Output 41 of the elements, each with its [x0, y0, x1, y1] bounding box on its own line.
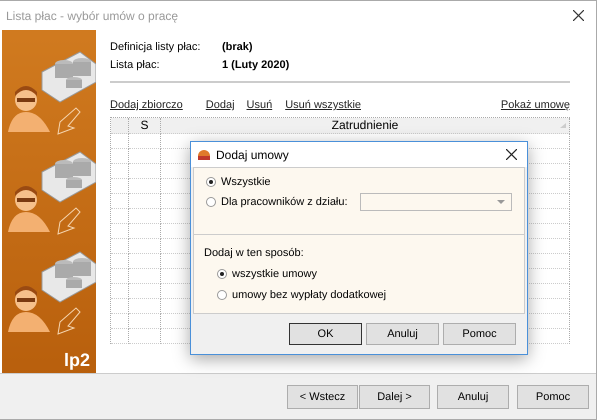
show-contract-link[interactable]: Pokaż umowę	[500, 99, 570, 113]
field-label: Lista płac:	[110, 59, 161, 71]
table-cell	[111, 284, 129, 299]
dropdown-arrow-icon	[497, 200, 505, 204]
action-link[interactable]: Dodaj	[206, 99, 235, 113]
footer-button[interactable]: Anuluj	[437, 384, 509, 408]
window-title: Lista płac - wybór umów o pracę	[6, 8, 180, 22]
sort-icon	[560, 123, 566, 128]
table-cell	[111, 224, 129, 239]
option-label[interactable]: Dla pracowników z działu:	[221, 196, 348, 208]
close-icon[interactable]	[573, 10, 584, 21]
app-logo-icon	[197, 148, 211, 160]
option-label[interactable]: wszystkie umowy	[232, 268, 317, 280]
table-cell	[111, 314, 129, 329]
radio-button[interactable]	[217, 290, 227, 300]
dialog-title: Dodaj umowy	[216, 148, 290, 162]
option-label[interactable]: Wszystkie	[221, 176, 270, 188]
action-link[interactable]: Dodaj zbiorczo	[110, 99, 183, 113]
field-value: 1 (Luty 2020)	[222, 59, 290, 71]
radio-button[interactable]	[217, 269, 227, 279]
footer-button[interactable]: Pomoc	[517, 384, 589, 408]
radio-button[interactable]	[206, 197, 216, 207]
column-header[interactable]: S	[129, 118, 161, 134]
option-label[interactable]: umowy bez wypłaty dodatkowej	[232, 289, 386, 301]
column-header[interactable]: Zatrudnienie	[161, 118, 570, 134]
close-icon[interactable]	[506, 149, 517, 160]
dialog-button[interactable]: OK	[289, 323, 362, 345]
table-cell	[111, 254, 129, 269]
radio-button[interactable]	[206, 177, 216, 187]
field-value: (brak)	[222, 41, 254, 53]
action-link[interactable]: Usuń wszystkie	[285, 99, 361, 113]
table-cell	[111, 194, 129, 209]
dialog-button[interactable]: Pomoc	[443, 323, 516, 345]
field-label: Definicja listy płac:	[110, 41, 202, 53]
table-cell	[111, 164, 129, 179]
product-logo: lp2	[64, 350, 90, 371]
dialog-button[interactable]: Anuluj	[366, 323, 439, 345]
footer-button[interactable]: < Wstecz	[287, 384, 358, 408]
section-label: Dodaj w ten sposób:	[204, 247, 305, 259]
action-link[interactable]: Usuń	[246, 99, 272, 113]
footer-button[interactable]: Dalej >	[359, 384, 430, 408]
